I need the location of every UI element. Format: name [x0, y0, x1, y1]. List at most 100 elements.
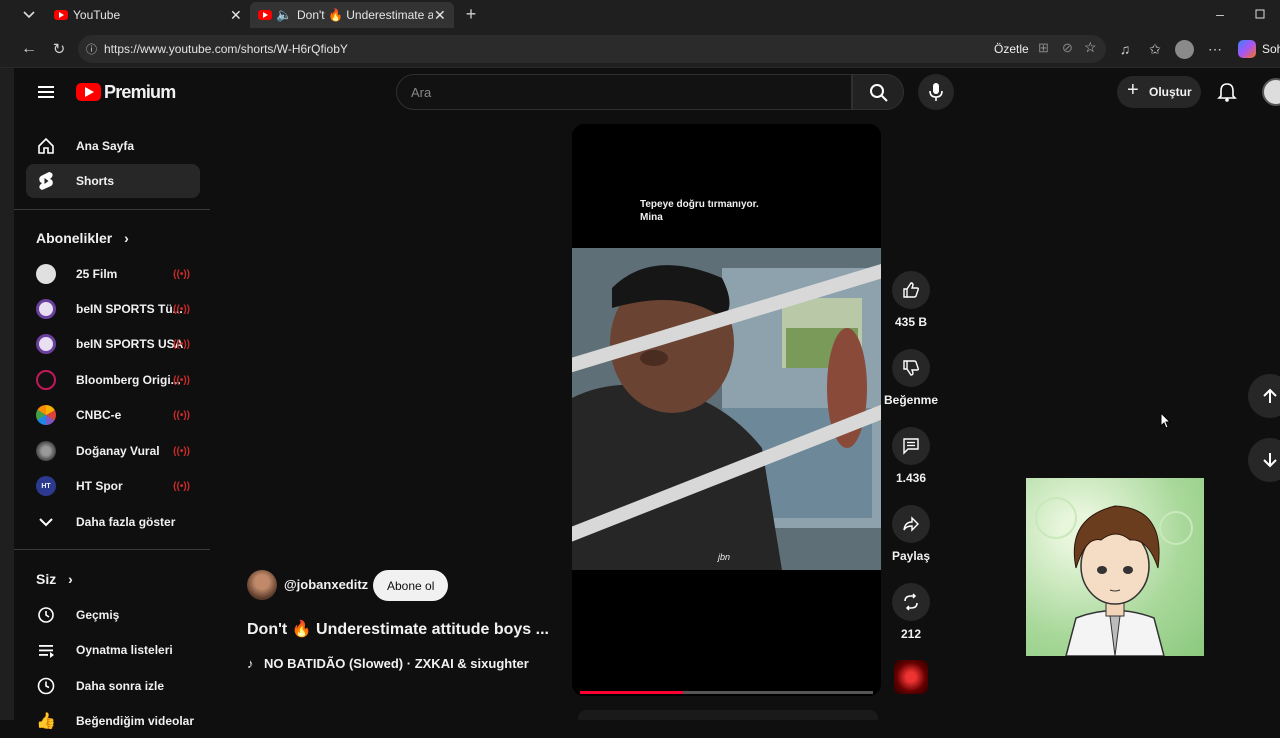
- channel-avatar[interactable]: [247, 570, 277, 600]
- notifications-bell-icon[interactable]: [1216, 81, 1238, 103]
- subscribe-button[interactable]: Abone ol: [373, 570, 448, 601]
- account-avatar[interactable]: [1262, 78, 1280, 106]
- channel-avatar: [36, 405, 56, 425]
- back-icon[interactable]: ←: [20, 40, 38, 58]
- app-icon[interactable]: ⊞: [1038, 40, 1049, 56]
- maximize-icon[interactable]: [1252, 6, 1268, 22]
- history-icon: [36, 605, 56, 625]
- youtube-favicon-icon: [54, 10, 68, 20]
- copilot-label[interactable]: Soh: [1262, 42, 1280, 56]
- site-info-icon[interactable]: ⓘ: [86, 41, 97, 57]
- sidebar-divider: [14, 549, 210, 550]
- like-action[interactable]: 435 B: [881, 271, 941, 329]
- create-button[interactable]: + Oluştur: [1117, 76, 1201, 108]
- profile-avatar[interactable]: [1175, 40, 1194, 59]
- sidebar-item-label: Geçmiş: [76, 608, 120, 622]
- sidebar-sub-cnbce[interactable]: CNBC-e ((•)): [26, 398, 200, 432]
- favorites-icon[interactable]: ✩: [1146, 40, 1164, 58]
- live-indicator-icon: ((•)): [173, 303, 190, 315]
- sidebar-item-home[interactable]: Ana Sayfa: [26, 129, 200, 163]
- more-menu-icon[interactable]: ⋯: [1206, 40, 1224, 58]
- browser-address-bar: ← ↻ ⓘ https://www.youtube.com/shorts/W-H…: [0, 30, 1280, 68]
- sidebar-item-shorts[interactable]: Shorts: [26, 164, 200, 198]
- youtube-favicon-icon: [258, 10, 272, 20]
- show-more-button[interactable]: Daha fazla göster: [26, 505, 200, 539]
- search-placeholder: Ara: [411, 85, 432, 100]
- plus-icon: +: [1127, 79, 1139, 101]
- remix-action[interactable]: 212: [881, 583, 941, 641]
- sidebar-item-watch-later[interactable]: Daha sonra izle: [26, 669, 200, 703]
- sidebar-sub-htspor[interactable]: HT HT Spor ((•)): [26, 469, 200, 503]
- search-input[interactable]: Ara: [396, 74, 852, 110]
- tab-list-chevron-icon[interactable]: [20, 6, 38, 24]
- minimize-icon[interactable]: –: [1212, 6, 1228, 22]
- thumbs-up-icon: [903, 282, 920, 298]
- close-tab-icon[interactable]: ✕: [230, 7, 242, 24]
- short-title[interactable]: Don't 🔥 Underestimate attitude boys ...: [247, 619, 549, 639]
- url-field[interactable]: ⓘ https://www.youtube.com/shorts/W-H6rQf…: [78, 35, 1106, 63]
- share-button[interactable]: [892, 505, 930, 543]
- dislike-button[interactable]: [892, 349, 930, 387]
- you-heading[interactable]: Siz ›: [36, 571, 73, 587]
- music-track[interactable]: NO BATIDÃO (Slowed) · ZXKAI & sixughter: [264, 656, 529, 671]
- live-indicator-icon: ((•)): [173, 374, 190, 386]
- like-button[interactable]: [892, 271, 930, 309]
- browser-tab-active[interactable]: 🔈 Don't 🔥 Underestimate attitu ✕: [250, 2, 454, 28]
- channel-name: HT Spor: [76, 479, 123, 493]
- favorite-star-icon[interactable]: ☆: [1084, 39, 1097, 56]
- new-tab-icon[interactable]: +: [462, 4, 480, 24]
- search-button[interactable]: [852, 74, 904, 110]
- live-indicator-icon: ((•)): [173, 409, 190, 421]
- browser-tab-bar: YouTube ✕ 🔈 Don't 🔥 Underestimate attitu…: [0, 0, 1280, 30]
- voice-search-button[interactable]: [918, 74, 954, 110]
- subscribe-label: Abone ol: [387, 579, 435, 593]
- sidebar-sub-doganay[interactable]: Doğanay Vural ((•)): [26, 434, 200, 468]
- share-icon: [903, 516, 919, 532]
- sidebar-sub-bein-usa[interactable]: beIN SPORTS USA ((•)): [26, 327, 200, 361]
- caption-line: Tepeye doğru tırmanıyor.: [640, 199, 759, 210]
- subscriptions-heading[interactable]: Abonelikler ›: [36, 230, 129, 246]
- browser-tab-youtube[interactable]: YouTube ✕: [46, 2, 248, 28]
- next-short-button[interactable]: [1248, 438, 1280, 482]
- guide-sidebar: Ana Sayfa Shorts Abonelikler › 25 Film (…: [14, 68, 214, 730]
- tracking-icon[interactable]: ⊘: [1062, 40, 1073, 56]
- sidebar-sub-bloomberg[interactable]: Bloomberg Origi... ((•)): [26, 363, 200, 397]
- sidebar-item-liked[interactable]: 👍 Beğendiğim videolar: [26, 704, 200, 738]
- show-more-label: Daha fazla göster: [76, 515, 176, 529]
- share-action[interactable]: Paylaş: [881, 505, 941, 563]
- sidebar-item-playlists[interactable]: Oynatma listeleri: [26, 633, 200, 667]
- share-label: Paylaş: [891, 549, 931, 563]
- copilot-icon[interactable]: [1238, 40, 1256, 58]
- playlists-icon: [36, 640, 56, 660]
- microphone-icon: [929, 83, 943, 101]
- channel-avatar: [36, 299, 56, 319]
- video-watermark: jbn: [718, 552, 731, 562]
- sidebar-sub-25film[interactable]: 25 Film ((•)): [26, 257, 200, 291]
- progress-track[interactable]: [580, 691, 873, 694]
- sidebar-item-history[interactable]: Geçmiş: [26, 598, 200, 632]
- reload-icon[interactable]: ↻: [50, 40, 68, 58]
- previous-short-button[interactable]: [1248, 374, 1280, 418]
- speaker-icon[interactable]: 🔈: [276, 7, 292, 23]
- chevron-right-icon: ›: [124, 230, 129, 246]
- like-count: 435 B: [894, 315, 928, 329]
- sidebar-item-label: Beğendiğim videolar: [76, 714, 195, 728]
- remix-button[interactable]: [892, 583, 930, 621]
- thumbs-up-icon: 👍: [36, 713, 56, 730]
- url-text: https://www.youtube.com/shorts/W-H6rQfio…: [104, 42, 348, 56]
- music-extension-icon[interactable]: ♫: [1116, 40, 1134, 58]
- sound-thumbnail[interactable]: [894, 660, 928, 694]
- sidebar-divider: [14, 209, 210, 210]
- close-tab-icon[interactable]: ✕: [434, 7, 446, 24]
- ozetle-button[interactable]: Özetle: [994, 42, 1029, 56]
- channel-avatar: [36, 334, 56, 354]
- dislike-action[interactable]: Beğenme: [881, 349, 941, 407]
- home-icon: [36, 136, 56, 156]
- caption-line: Mina: [640, 212, 663, 223]
- shorts-video-player[interactable]: Tepeye doğru tırmanıyor. Mina jbn: [572, 124, 881, 696]
- comments-button[interactable]: [892, 427, 930, 465]
- tab-title: YouTube: [73, 8, 121, 22]
- channel-handle[interactable]: @jobanxeditz: [284, 577, 368, 592]
- sidebar-sub-bein-tr[interactable]: beIN SPORTS Tü... ((•)): [26, 292, 200, 326]
- comments-action[interactable]: 1.436: [881, 427, 941, 485]
